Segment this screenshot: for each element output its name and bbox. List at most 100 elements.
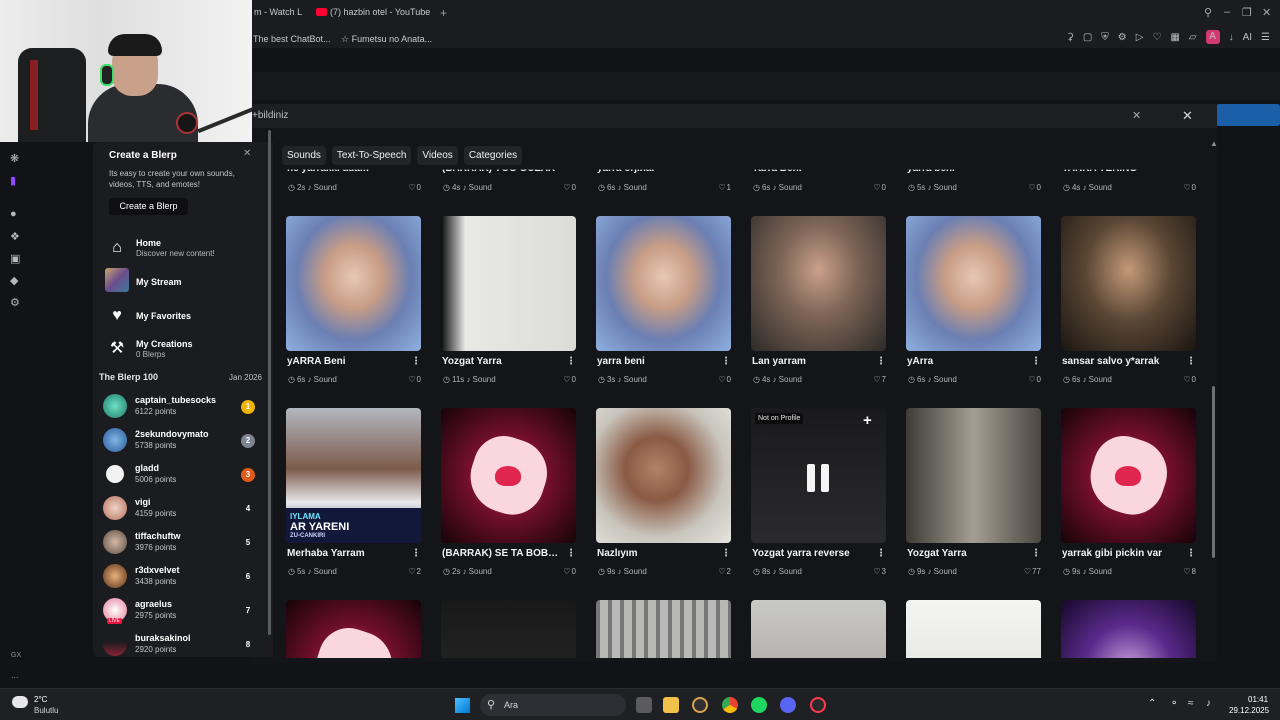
card-thumbnail[interactable]: Not on Profile + (751, 408, 886, 543)
tag-icon[interactable]: ◆ (10, 274, 22, 287)
snapshot-icon[interactable]: ▢ (1083, 32, 1092, 43)
spotify-icon[interactable] (751, 697, 767, 713)
ranking-row[interactable]: r3dxvelvet 3438 points 6 (103, 562, 263, 592)
card-menu-icon[interactable]: ⋮ (876, 548, 886, 559)
opera-gx-icon[interactable] (692, 697, 708, 713)
card-likes[interactable]: ♡0 (403, 183, 421, 192)
bookmark-chatbot[interactable]: The best ChatBot... (253, 34, 331, 44)
card-menu-icon[interactable]: ⋮ (411, 356, 421, 367)
card-thumbnail[interactable] (286, 216, 421, 351)
tab-text-to-speech[interactable]: Text-To-Speech (331, 146, 412, 165)
search-input[interactable]: +bildiniz (252, 110, 288, 121)
close-modal-icon[interactable]: ✕ (1182, 108, 1193, 124)
panel-close-icon[interactable]: ✕ (243, 148, 251, 159)
card-menu-icon[interactable]: ⋮ (721, 548, 731, 559)
card-title[interactable]: Merhaba Yarram (287, 548, 405, 559)
send-icon[interactable]: ▷ (1136, 32, 1144, 43)
windows-start-icon[interactable] (455, 698, 470, 713)
card-likes[interactable]: ♡2 (713, 567, 731, 576)
card-likes[interactable]: ♡0 (1023, 183, 1041, 192)
restore-icon[interactable]: ❐ (1242, 6, 1252, 19)
twitch-icon[interactable]: ▮ (10, 174, 22, 187)
wifi-icon[interactable]: ≈ (1188, 698, 1194, 709)
card-likes[interactable]: ♡0 (713, 375, 731, 384)
taskbar-search[interactable]: ⚲ Ara (480, 694, 626, 716)
extensions-icon[interactable]: ❖ (10, 230, 22, 243)
card-thumbnail[interactable] (1061, 216, 1196, 351)
card-thumbnail[interactable] (286, 600, 421, 658)
chatgpt-icon[interactable]: ❋ (10, 152, 22, 165)
card-likes[interactable]: ♡2 (403, 567, 421, 576)
card-likes[interactable]: ♡0 (403, 375, 421, 384)
card-title[interactable]: yarrak gibi pickin var (1062, 548, 1180, 559)
card-title[interactable]: sansar salvo y*arrak (1062, 356, 1180, 367)
download-icon[interactable]: ↓ (1229, 32, 1234, 43)
card-menu-icon[interactable]: ⋮ (1186, 548, 1196, 559)
create-blerp-button[interactable]: Create a Blerp (109, 198, 188, 215)
profile-avatar[interactable]: A (1205, 30, 1220, 44)
puzzle-icon[interactable]: ▱ (1189, 32, 1197, 43)
card-likes[interactable]: ♡0 (558, 183, 576, 192)
card-thumbnail[interactable] (441, 408, 576, 543)
extension-icon[interactable]: ▦ (1170, 32, 1179, 43)
card-menu-icon[interactable]: ⋮ (1031, 548, 1041, 559)
heart-icon[interactable]: ♡ (1152, 32, 1161, 43)
card-thumbnail[interactable] (1061, 408, 1196, 543)
card-likes[interactable]: ♡7 (868, 375, 886, 384)
panel-scrollbar[interactable] (268, 130, 271, 635)
card-title[interactable]: (BARRAK) SE TA BOBO ... (442, 548, 560, 559)
card-thumbnail[interactable] (441, 216, 576, 351)
volume-icon[interactable]: ♪ (1206, 698, 1211, 709)
card-likes[interactable]: ♡0 (558, 375, 576, 384)
nav-home[interactable]: ⌂ Home Discover new content! (105, 234, 265, 260)
mic-tray-icon[interactable]: ⚬ (1170, 698, 1178, 709)
card-thumbnail[interactable] (751, 216, 886, 351)
ranking-row[interactable]: tiffachuftw 3976 points 5 (103, 528, 263, 558)
opera-icon[interactable] (810, 697, 826, 713)
card-thumbnail[interactable] (441, 600, 576, 658)
card-title[interactable]: Yozgat Yarra (907, 548, 1025, 559)
minimize-icon[interactable]: – (1224, 6, 1230, 18)
menu-icon[interactable]: ☰ (1261, 32, 1270, 43)
tab-watch[interactable]: m - Watch L (254, 7, 302, 17)
card-likes[interactable]: ♡1 (713, 183, 731, 192)
card-likes[interactable]: ♡0 (1023, 375, 1041, 384)
card-menu-icon[interactable]: ⋮ (566, 548, 576, 559)
close-window-icon[interactable]: ✕ (1262, 6, 1271, 19)
card-title[interactable]: yarra beni (597, 356, 715, 367)
discord-icon[interactable] (780, 697, 796, 713)
spotify-icon[interactable]: ● (10, 208, 22, 220)
tab-youtube[interactable]: (7) hazbin otel - YouTube (316, 7, 430, 17)
search-tabs-icon[interactable]: ⚲ (1204, 6, 1212, 19)
card-likes[interactable]: ♡0 (1178, 375, 1196, 384)
tab-categories[interactable]: Categories (463, 146, 523, 165)
history-icon[interactable]: ▣ (10, 252, 22, 265)
card-thumbnail[interactable] (596, 216, 731, 351)
modal-scrollbar[interactable] (1212, 386, 1215, 558)
clear-search-icon[interactable]: ✕ (1132, 109, 1141, 122)
card-thumbnail[interactable]: IYLAMA AR YARENI ZU-CANKIRI (286, 408, 421, 543)
nav-my-stream[interactable]: My Stream (105, 268, 265, 294)
ranking-row[interactable]: captain_tubesocks 6122 points 1 (103, 392, 263, 422)
pin-icon[interactable]: ⚳ (1067, 32, 1074, 43)
card-thumbnail[interactable] (906, 216, 1041, 351)
scroll-up-icon[interactable]: ▲ (1210, 139, 1218, 148)
tab-sounds[interactable]: Sounds (282, 146, 326, 165)
card-likes[interactable]: ♡77 (1023, 567, 1041, 576)
translate-icon[interactable]: ⚙ (1118, 32, 1127, 43)
card-title[interactable]: Nazlıyım (597, 548, 715, 559)
clock-time[interactable]: 01:41 (1248, 695, 1268, 704)
new-tab-button[interactable]: + (440, 6, 447, 20)
ranking-row[interactable]: LIVE agraelus 2975 points 7 (103, 596, 263, 626)
card-thumbnail[interactable] (906, 408, 1041, 543)
add-icon[interactable]: + (863, 412, 872, 429)
card-likes[interactable]: ♡0 (558, 567, 576, 576)
card-thumbnail[interactable] (1061, 600, 1196, 658)
ranking-row[interactable]: 2sekundovymato 5738 points 2 (103, 426, 263, 456)
ranking-row[interactable]: buraksakinol 2920 points 8 (103, 630, 263, 660)
ai-button[interactable]: AI (1243, 32, 1252, 43)
card-menu-icon[interactable]: ⋮ (1186, 356, 1196, 367)
more-icon[interactable]: ... (11, 670, 19, 680)
file-explorer-icon[interactable] (663, 697, 679, 713)
card-thumbnail[interactable] (596, 408, 731, 543)
